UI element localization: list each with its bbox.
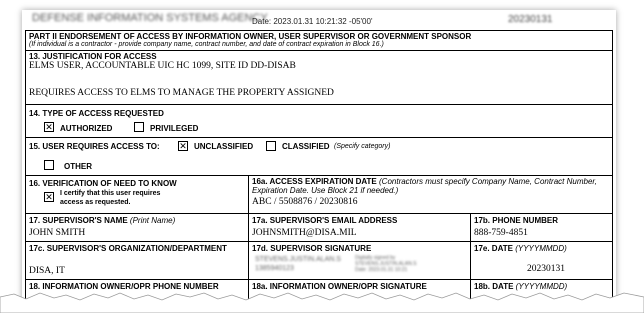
unclassified-checkbox[interactable]: ✕ — [178, 141, 188, 151]
block17-header: 17. SUPERVISOR'S NAME (Print Name) — [29, 216, 175, 225]
block-14: 14. TYPE OF ACCESS REQUESTED ✕ AUTHORIZE… — [26, 105, 612, 138]
authorized-label: AUTHORIZED — [60, 124, 113, 133]
part2-header: PART II ENDORSEMENT OF ACCESS BY INFORMA… — [26, 31, 612, 51]
block13-label: 13. JUSTIFICATION FOR ACCESS — [29, 52, 157, 61]
blurred-header-text: DEFENSE INFORMATION SYSTEMS AGENCY — [32, 12, 268, 24]
privileged-label: PRIVILEGED — [150, 124, 199, 133]
signature-date-stamp: Date: 2023.01.31 10:21:32 -05'00' — [252, 17, 373, 26]
supervisor-name[interactable]: JOHN SMITH — [29, 228, 85, 238]
block16a-label: 16a. ACCESS EXPIRATION DATE — [252, 177, 377, 186]
block-17d: 17d. SUPERVISOR SIGNATURE STEVENS.JUSTIN… — [248, 242, 470, 279]
torn-bottom-edge — [0, 292, 644, 313]
block18b-note: (YYYYMMDD) — [515, 282, 568, 291]
other-checkbox[interactable] — [44, 160, 54, 170]
signature-id-line: 1385940123 — [255, 265, 294, 272]
block17-label: 17. SUPERVISOR'S NAME — [29, 216, 128, 225]
block-17b: 17b. PHONE NUMBER 888-759-4851 — [470, 214, 614, 241]
block17a-label: 17a. SUPERVISOR'S EMAIL ADDRESS — [252, 216, 398, 225]
part2-title: PART II ENDORSEMENT OF ACCESS BY INFORMA… — [29, 32, 472, 41]
signature-name-line: STEVENS.JUSTIN.ALAN.S — [255, 256, 341, 263]
block-16: 16. VERIFICATION OF NEED TO KNOW ✕ I cer… — [26, 176, 248, 213]
block-15: 15. USER REQUIRES ACCESS TO: ✕ UNCLASSIF… — [26, 138, 612, 176]
block-17c: 17c. SUPERVISOR'S ORGANIZATION/DEPARTMEN… — [26, 242, 248, 279]
classified-label: CLASSIFIED — [282, 142, 330, 151]
supervisor-date[interactable]: 20230131 — [527, 264, 565, 274]
classified-checkbox[interactable] — [266, 141, 276, 151]
block-17: 17. SUPERVISOR'S NAME (Print Name) JOHN … — [26, 214, 248, 241]
dd2875-part2-form: PART II ENDORSEMENT OF ACCESS BY INFORMA… — [25, 30, 613, 304]
block17e-header: 17e. DATE (YYYYMMDD) — [474, 244, 567, 253]
certify-line-2: access as requested. — [60, 199, 131, 206]
classified-note: (Specify category) — [334, 143, 391, 150]
signature-side-3: Date: 2023.01.31 10:21 — [355, 267, 408, 273]
block-17-row: 17. SUPERVISOR'S NAME (Print Name) JOHN … — [26, 214, 612, 242]
block17c-label: 17c. SUPERVISOR'S ORGANIZATION/DEPARTMEN… — [29, 244, 227, 253]
block14-label: 14. TYPE OF ACCESS REQUESTED — [29, 109, 164, 118]
block18b-header: 18b. DATE (YYYYMMDD) — [474, 282, 567, 291]
block16a-header: 16a. ACCESS EXPIRATION DATE (Contractors… — [252, 177, 597, 186]
block17e-note: (YYYYMMDD) — [515, 244, 567, 253]
block18-label: 18. INFORMATION OWNER/OPR PHONE NUMBER — [29, 282, 219, 291]
supervisor-phone[interactable]: 888-759-4851 — [474, 228, 528, 238]
block18b-label: 18b. DATE — [474, 282, 514, 291]
torn-top-edge: DEFENSE INFORMATION SYSTEMS AGENCY Date:… — [22, 10, 616, 32]
justification-line-2[interactable]: REQUIRES ACCESS TO ELMS TO MANAGE THE PR… — [29, 88, 334, 98]
block15-label: 15. USER REQUIRES ACCESS TO: — [29, 142, 160, 151]
privileged-checkbox[interactable] — [134, 122, 144, 132]
block17d-label: 17d. SUPERVISOR SIGNATURE — [252, 244, 372, 253]
authorized-checkbox[interactable]: ✕ — [44, 122, 54, 132]
part2-note: (If individual is a contractor - provide… — [29, 41, 384, 48]
supervisor-org[interactable]: DISA, IT — [29, 266, 65, 276]
block16-label: 16. VERIFICATION OF NEED TO KNOW — [29, 179, 177, 188]
block-17c-row: 17c. SUPERVISOR'S ORGANIZATION/DEPARTMEN… — [26, 242, 612, 280]
block-13: 13. JUSTIFICATION FOR ACCESS ELMS USER, … — [26, 51, 612, 105]
other-label: OTHER — [64, 162, 92, 171]
block16a-note-1: (Contractors must specify Company Name, … — [379, 177, 597, 186]
supervisor-email[interactable]: JOHNSMITH@DISA.MIL — [252, 228, 357, 238]
form-sheet: DEFENSE INFORMATION SYSTEMS AGENCY Date:… — [22, 10, 616, 304]
block-16a: 16a. ACCESS EXPIRATION DATE (Contractors… — [248, 176, 614, 213]
block-17e: 17e. DATE (YYYYMMDD) 20230131 — [470, 242, 614, 279]
certify-line-1: I certify that this user requires — [60, 190, 161, 197]
block-16-row: 16. VERIFICATION OF NEED TO KNOW ✕ I cer… — [26, 176, 612, 214]
block18a-label: 18a. INFORMATION OWNER/OPR SIGNATURE — [252, 282, 427, 291]
block17-note: (Print Name) — [129, 216, 176, 225]
unclassified-label: UNCLASSIFIED — [194, 142, 254, 151]
need-to-know-checkbox[interactable]: ✕ — [44, 192, 54, 202]
justification-line-1[interactable]: ELMS USER, ACCOUNTABLE UIC HC 1099, SITE… — [29, 61, 296, 71]
blurred-date-fragment: 20230131 — [508, 14, 553, 25]
block17b-label: 17b. PHONE NUMBER — [474, 216, 559, 225]
block-17a: 17a. SUPERVISOR'S EMAIL ADDRESS JOHNSMIT… — [248, 214, 470, 241]
supervisor-signature[interactable]: STEVENS.JUSTIN.ALAN.S 1385940123 Digital… — [253, 255, 467, 278]
block17e-label: 17e. DATE — [474, 244, 513, 253]
expiration-value[interactable]: ABC / 5508876 / 20230816 — [252, 197, 358, 207]
block16a-note-2: Expiration Date. Use Block 21 if needed.… — [252, 186, 399, 195]
